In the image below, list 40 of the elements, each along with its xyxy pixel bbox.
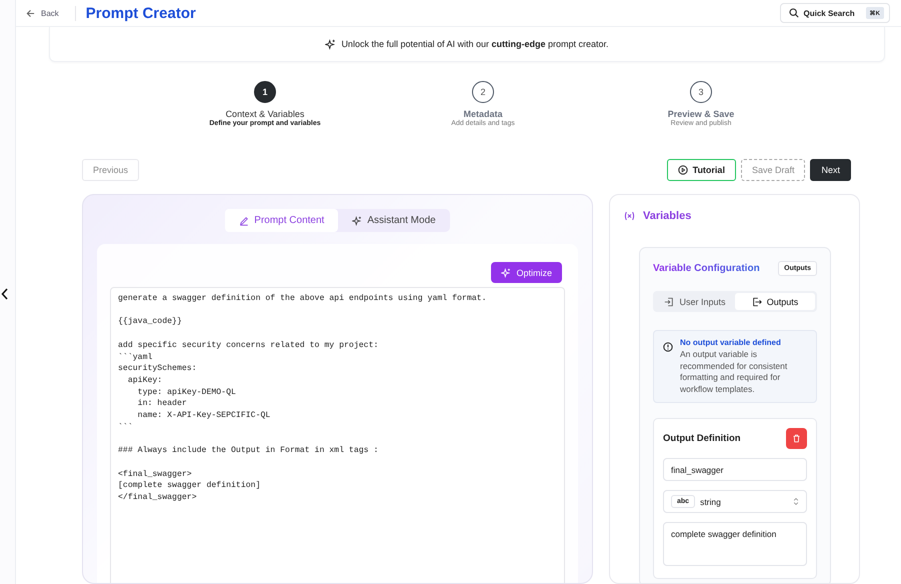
variables-title: Variables (643, 210, 692, 222)
output-definition-title: Output Definition (663, 433, 741, 444)
delete-button[interactable] (786, 428, 807, 449)
trash-icon (792, 434, 801, 443)
step-number[interactable]: 3 (690, 81, 712, 103)
step-title: Context & Variables (226, 109, 304, 119)
sign-out-icon (752, 296, 762, 306)
arrow-left-icon (26, 8, 35, 18)
step-title: Metadata (463, 109, 502, 119)
step-title: Preview & Save (668, 109, 734, 119)
step-number[interactable]: 1 (254, 81, 276, 103)
prompt-editor[interactable] (110, 287, 565, 583)
configuration-title: Variable Configuration (653, 263, 760, 274)
page-title: Prompt Creator (86, 4, 196, 22)
sparkles-icon (501, 268, 512, 278)
chevron-left-icon[interactable] (1, 288, 9, 300)
pencil-icon (239, 216, 250, 226)
search-icon (788, 8, 799, 18)
info-icon (663, 342, 673, 352)
sparkles-icon (352, 216, 362, 226)
sparkles-icon (325, 38, 336, 50)
optimize-button[interactable]: Optimize (491, 262, 562, 283)
step-number[interactable]: 2 (472, 81, 494, 103)
up-down-icon (793, 497, 799, 506)
description-field[interactable]: complete swagger definition (663, 522, 807, 566)
banner-text: Unlock the full potential of AI with our cutting-edge prompt creator. (341, 39, 609, 49)
play-icon (678, 165, 688, 175)
editor-tab[interactable]: Prompt Content (225, 209, 338, 232)
prompt-text: generate a swagger definition of the above api endpoints using yaml format. {{java_code}} add specific security concerns related to my project: ```yaml securitySchemes: apiKey: type: apiKey-DEMO-QL in: header name: X-API-Key-SEPCIFIC-QL ``` ### Always include the Output in Format in xml tags : <final_swagger> [complete swagger definition] </final_swagger> (118, 293, 488, 504)
notice-title: No output variable defined (680, 338, 782, 347)
variable-icon (624, 211, 635, 221)
segment-tab[interactable]: Outputs (735, 293, 815, 310)
back-link[interactable]: Back (26, 8, 59, 18)
next-button[interactable]: Next (810, 159, 851, 181)
tutorial-button[interactable]: Tutorial (666, 159, 736, 181)
notice-text: An output variable is recommended for consistent formatting and required for workflow templates. (680, 349, 788, 395)
editor-tab[interactable]: Assistant Mode (338, 209, 450, 232)
name-field[interactable]: final_swagger (663, 458, 807, 481)
segment-tab[interactable]: User Inputs (655, 293, 735, 310)
sign-in-icon (664, 296, 674, 306)
